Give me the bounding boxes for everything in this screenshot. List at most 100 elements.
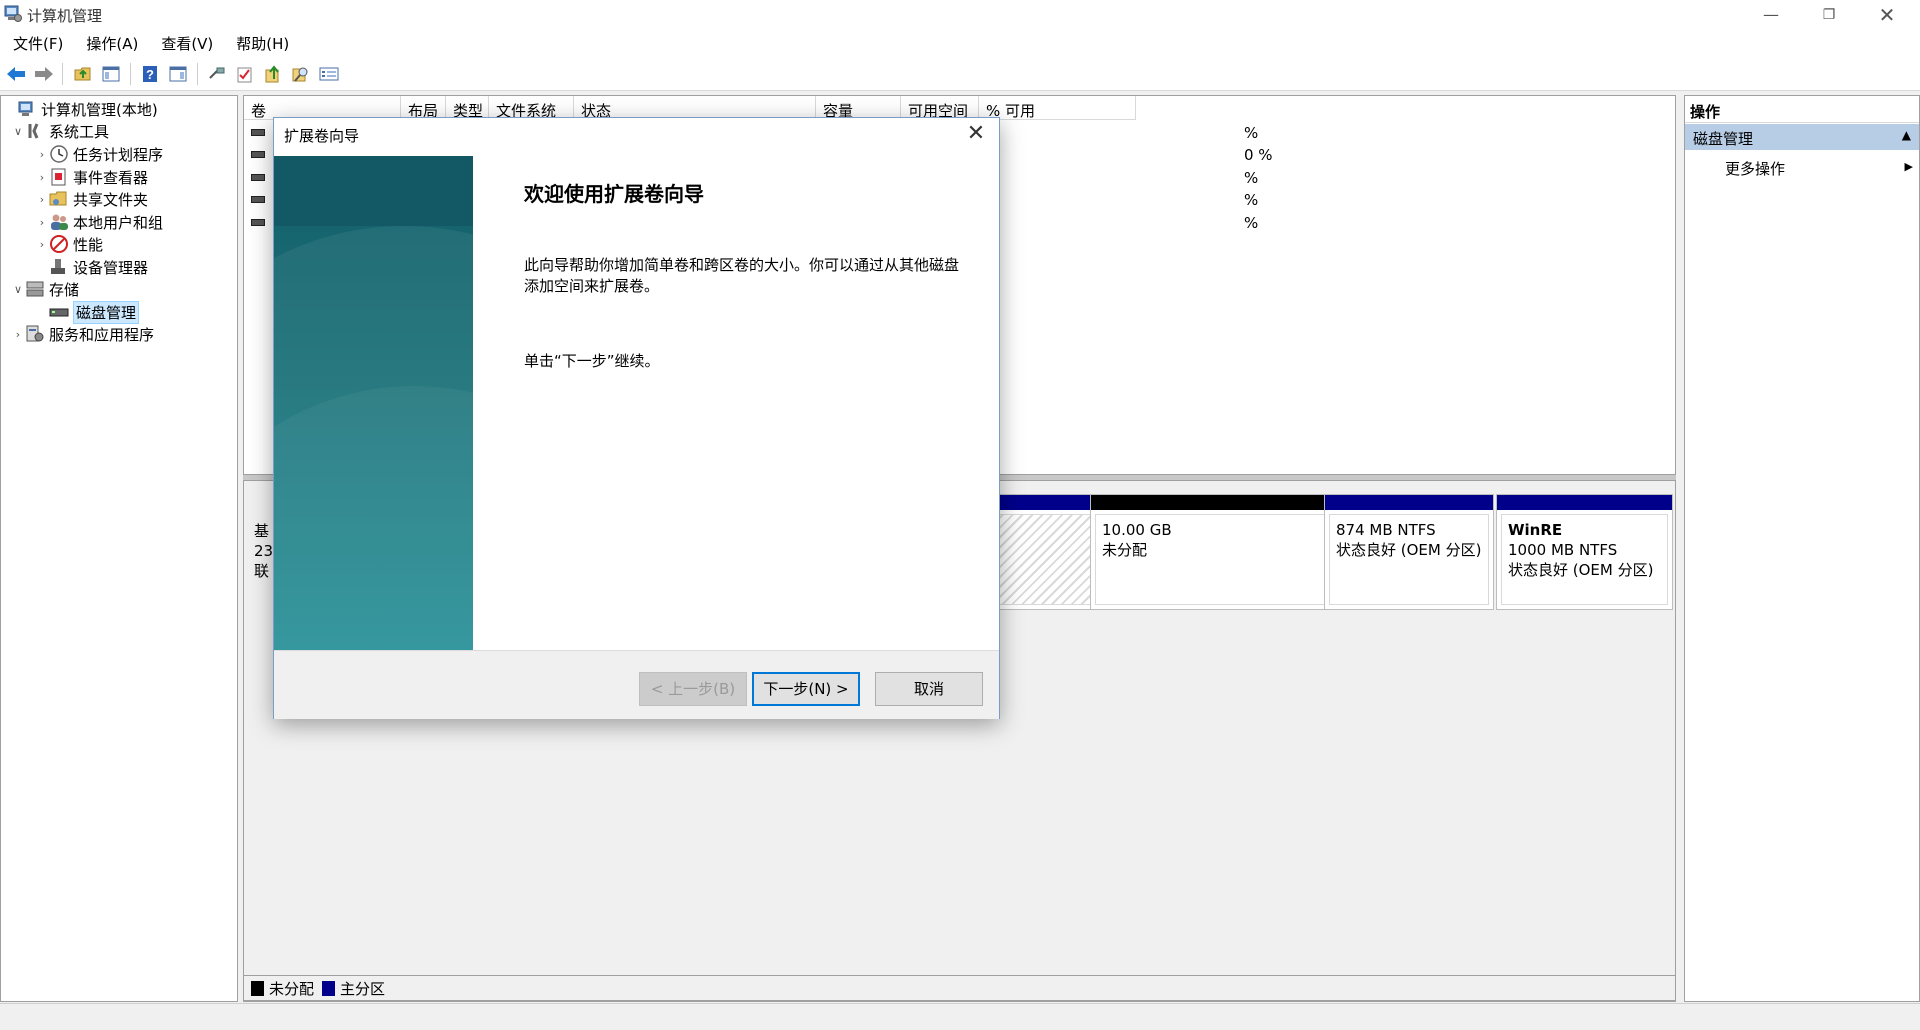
legend-primary: 主分区 [340,979,386,998]
unallocated-swatch [251,980,264,996]
back-button[interactable] [5,63,27,85]
primary-partition-bar [1325,495,1493,510]
expand-chevron-icon[interactable]: › [35,171,49,184]
wizard-hint: 单击“下一步”继续。 [524,352,660,370]
minimize-icon: — [1763,5,1779,24]
percent-free-cell: % [1244,191,1259,209]
disk-status-text: 联 [254,562,270,580]
services-icon [26,325,44,342]
partition-winre[interactable]: WinRE 1000 MB NTFS 状态良好 (OEM 分区) [1496,494,1673,610]
partition-body: WinRE 1000 MB NTFS 状态良好 (OEM 分区) [1501,514,1668,605]
tree-item-system-tools[interactable]: ∨ 系统工具 [11,120,109,142]
wizard-banner-image [274,156,473,650]
up-folder-button[interactable] [72,63,94,85]
actions-section-disk-management[interactable]: 磁盘管理 ▲ [1685,124,1919,150]
disk-legend: 未分配 主分区 [243,975,1676,1001]
primary-partition-bar [1497,495,1672,510]
column-header-percent-free[interactable]: % 可用 [979,96,1136,120]
disk-info-label[interactable]: 基 23 联 [254,521,273,581]
volume-icon [251,129,265,136]
search-button[interactable] [290,63,312,85]
title-bar: 计算机管理 — ❐ ✕ [0,0,1920,29]
submenu-arrow-icon: ▶ [1904,160,1913,173]
checklist-icon [237,67,252,83]
connect-button[interactable] [206,63,228,85]
collapse-up-icon: ▲ [1901,128,1911,142]
more-actions-item[interactable]: 更多操作 [1725,158,1785,179]
tree-item-performance[interactable]: › 性能 [35,233,103,255]
tree-item-root[interactable]: 计算机管理(本地) [3,98,158,120]
percent-free-cell: % [1244,124,1259,142]
next-button[interactable]: 下一步(N) > [752,672,860,706]
tools-icon [28,123,39,139]
dialog-close-button[interactable]: ✕ [961,120,991,150]
clock-icon [50,145,68,163]
partition-body: 10.00 GB 未分配 [1095,514,1325,605]
connect-icon [209,67,225,79]
tree-item-device-manager[interactable]: 设备管理器 [35,256,148,278]
back-arrow-icon [7,67,25,81]
partition-size: 874 MB NTFS [1336,521,1436,539]
tree-label-storage: 存储 [49,280,80,299]
close-button[interactable]: ✕ [1858,0,1916,29]
search-folder-icon [292,67,308,82]
tree-label-performance: 性能 [73,235,104,254]
collapse-chevron-icon[interactable]: ∨ [11,125,25,138]
restore-button[interactable]: ❐ [1800,0,1858,29]
shared-folder-icon [49,191,67,206]
partition-unallocated[interactable]: 10.00 GB 未分配 [1090,494,1330,610]
action-pane-icon [169,66,187,82]
tree-item-task-scheduler[interactable]: › 任务计划程序 [35,143,163,165]
help-button[interactable]: ? [139,63,161,85]
cancel-button[interactable]: 取消 [875,672,983,706]
console-tree: 计算机管理(本地) ∨ 系统工具 › 任务计划程序 › 事件查看器 › 共享文件… [0,95,238,1002]
partition-status: 状态良好 (OEM 分区) [1336,541,1482,559]
minimize-button[interactable]: — [1742,0,1800,29]
wizard-heading: 欢迎使用扩展卷向导 [524,182,704,206]
percent-free-cell: 0 % [1244,146,1273,164]
storage-icon [26,281,44,297]
tree-label-device-manager: 设备管理器 [73,258,149,277]
disk-size-text: 23 [254,542,274,560]
expand-chevron-icon[interactable]: › [35,216,49,229]
show-hide-tree-button[interactable] [100,63,122,85]
tree-item-local-users[interactable]: › 本地用户和组 [35,211,163,233]
wizard-description: 此向导帮助你增加简单卷和跨区卷的大小。你可以通过从其他磁盘添加空间来扩展卷。 [524,256,960,295]
collapse-chevron-icon[interactable]: ∨ [11,283,25,296]
properties-button[interactable] [318,63,340,85]
console-tree-icon [102,66,120,82]
volume-icon [251,151,265,158]
back-button[interactable]: < 上一步(B) [639,672,747,706]
dialog-footer: < 上一步(B) 下一步(N) > 取消 [274,650,999,719]
partition-size: 10.00 GB [1102,521,1172,539]
menu-help[interactable]: 帮助(H) [223,29,299,55]
tree-item-storage[interactable]: ∨ 存储 [11,278,79,300]
partition-status: 状态良好 (OEM 分区) [1508,561,1654,579]
actions-pane: 操作 磁盘管理 ▲ 更多操作 ▶ [1684,95,1920,1002]
status-bar [0,1003,1920,1030]
performance-icon [50,235,68,253]
primary-swatch [322,980,336,996]
expand-chevron-icon[interactable]: › [35,238,49,251]
check-button[interactable] [234,63,256,85]
expand-chevron-icon[interactable]: › [11,328,25,341]
tree-item-disk-management[interactable]: 磁盘管理 [35,300,140,324]
tree-item-event-viewer[interactable]: › 事件查看器 [35,166,148,188]
expand-chevron-icon[interactable]: › [35,193,49,206]
tree-item-shared-folders[interactable]: › 共享文件夹 [35,188,148,210]
computer-management-icon [4,5,22,22]
volume-icon [251,174,265,181]
export-button[interactable] [262,63,284,85]
percent-free-cell: % [1244,169,1259,187]
menu-file[interactable]: 文件(F) [0,29,73,55]
partition-size: 1000 MB NTFS [1508,541,1618,559]
disk-icon [49,308,69,317]
forward-button[interactable] [33,63,55,85]
show-hide-action-pane-button[interactable] [167,63,189,85]
expand-chevron-icon[interactable]: › [35,148,49,161]
partition-oem-1[interactable]: 874 MB NTFS 状态良好 (OEM 分区) [1324,494,1494,610]
menu-action[interactable]: 操作(A) [73,29,148,55]
menu-view[interactable]: 查看(V) [148,29,223,55]
tree-item-services[interactable]: › 服务和应用程序 [11,323,154,345]
tree-label-services: 服务和应用程序 [49,325,155,344]
